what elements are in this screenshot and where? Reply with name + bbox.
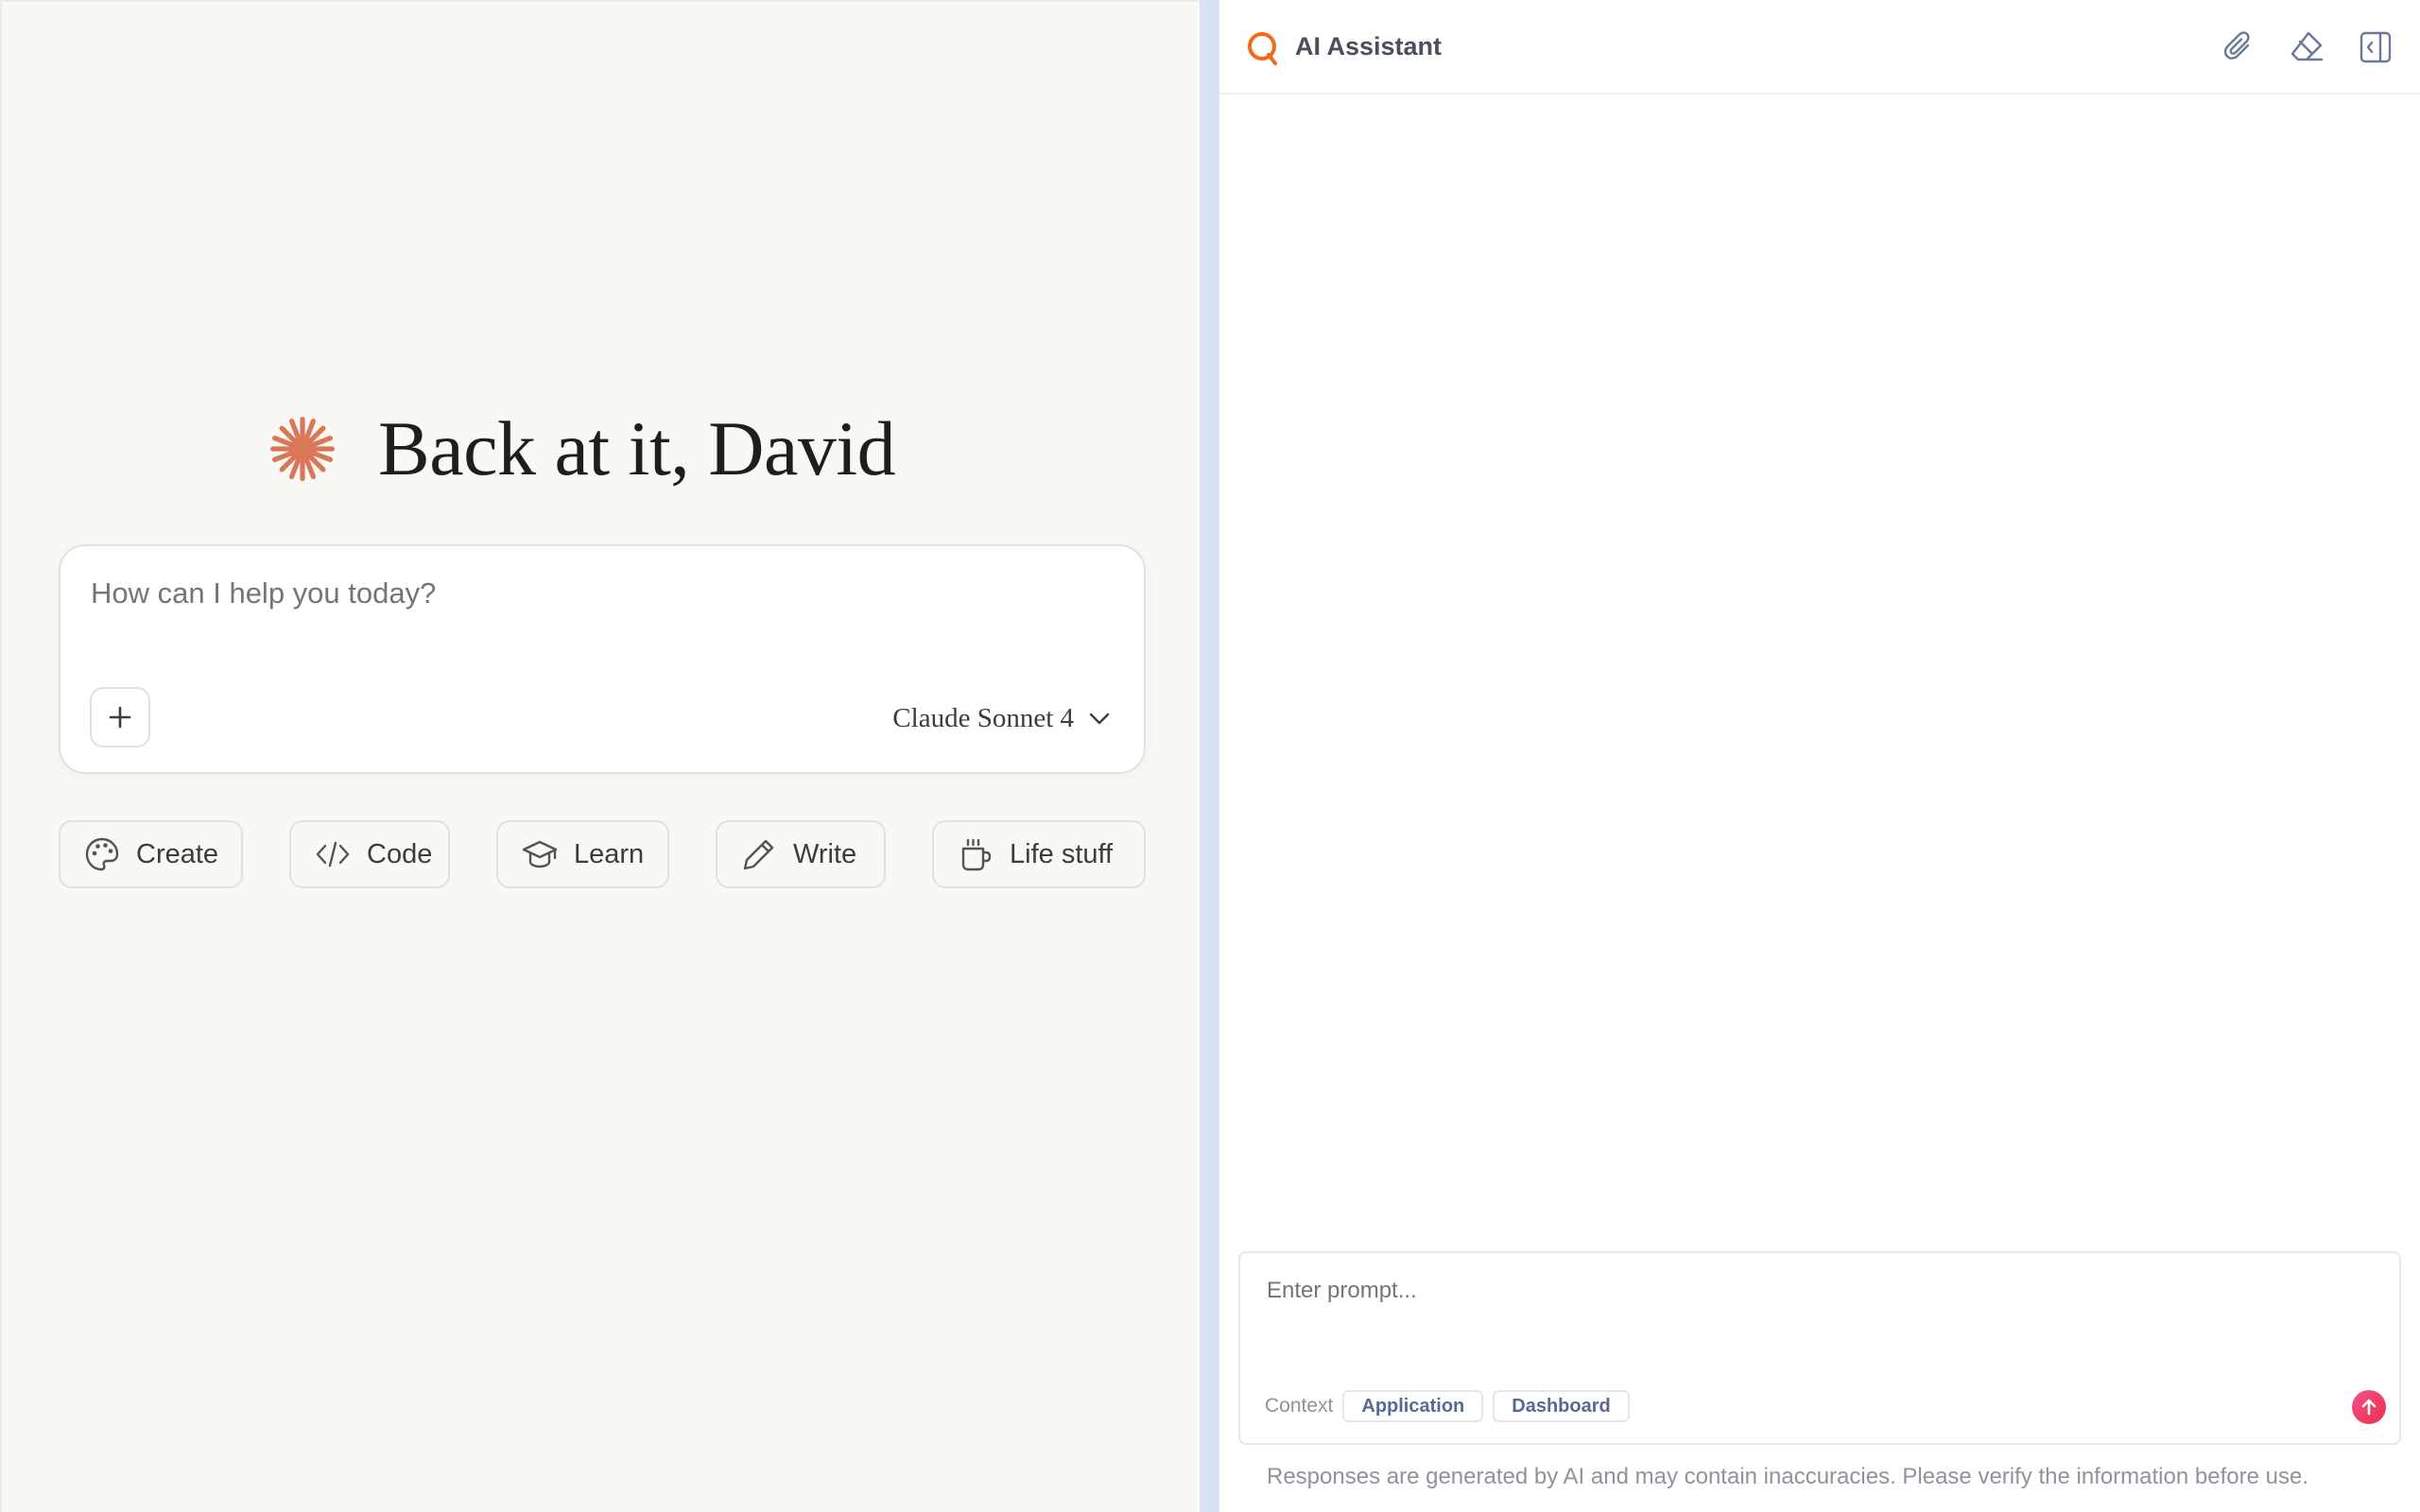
greeting: Back at it, David [267,397,896,501]
quick-action-label: Write [793,838,857,869]
clear-chat-button[interactable] [2286,26,2327,68]
quick-action-label: Create [136,838,219,869]
context-row: Context Application Dashboard [1265,1389,1639,1423]
chat-input[interactable] [91,576,1112,610]
greeting-title: Back at it, David [378,405,896,491]
chat-home-pane: Back at it, David Claude Sonnet 4 Create [0,0,1200,1512]
arrow-up-icon [2361,1399,2377,1416]
quick-action-write[interactable]: Write [716,820,886,888]
panel-resize-handle[interactable] [1200,0,1219,1512]
quick-action-code[interactable]: Code [289,820,450,888]
assistant-title: AI Assistant [1295,32,1443,60]
assistant-logo-icon [1248,32,1277,65]
quick-action-label: Code [367,838,433,869]
code-icon [316,841,350,868]
context-label: Context [1265,1395,1334,1417]
ai-disclaimer: Responses are generated by AI and may co… [1267,1464,2308,1489]
chat-composer: Claude Sonnet 4 [59,544,1146,774]
attach-button[interactable] [2218,26,2259,68]
quick-action-life-stuff[interactable]: Life stuff [932,820,1146,888]
plus-icon [109,706,131,729]
quick-action-label: Life stuff [1010,838,1114,869]
coffee-icon [961,838,992,871]
paperclip-icon [2223,31,2250,60]
send-button[interactable] [2352,1390,2386,1424]
prompt-input[interactable] [1267,1278,2354,1304]
quick-action-label: Learn [574,838,645,869]
prompt-composer: Context Application Dashboard [1238,1251,2401,1445]
quick-action-learn[interactable]: Learn [496,820,669,888]
model-selector-label: Claude Sonnet 4 [892,702,1074,733]
collapse-panel-button[interactable] [2355,26,2396,68]
eraser-icon [2290,31,2324,61]
pencil-icon [743,839,774,870]
context-chip-application[interactable]: Application [1342,1390,1484,1422]
ai-assistant-panel: AI Assistant Context Application Dashb [1219,0,2420,1512]
assistant-header: AI Assistant [1219,0,2420,94]
collapse-panel-icon [2360,31,2392,63]
spark-icon [270,417,335,481]
palette-icon [85,837,119,871]
model-selector[interactable]: Claude Sonnet 4 [892,697,1112,739]
add-attachment-button[interactable] [90,687,150,747]
chevron-down-icon [1089,713,1110,725]
context-chip-dashboard[interactable]: Dashboard [1493,1390,1630,1422]
quick-action-create[interactable]: Create [59,820,243,888]
graduation-cap-icon [522,840,558,868]
